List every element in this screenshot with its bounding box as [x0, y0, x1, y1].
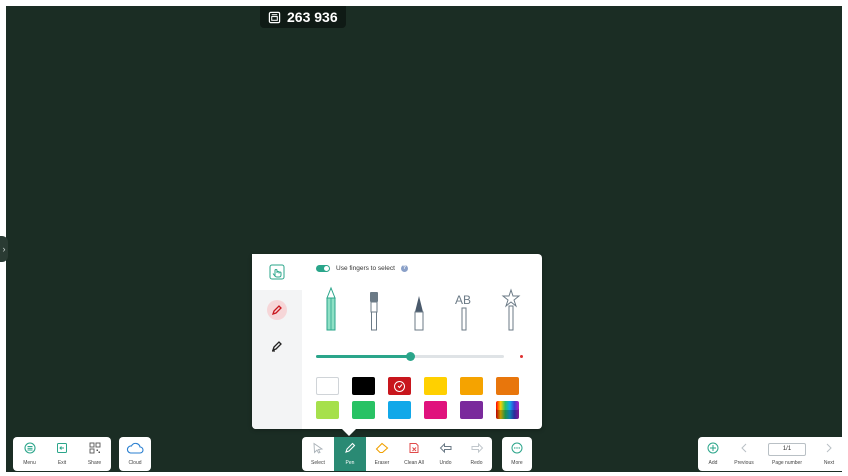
page-number-field[interactable]: 1/1 [768, 443, 806, 456]
fountain-pen-button[interactable] [404, 286, 434, 336]
add-page-button[interactable]: Add [698, 437, 728, 471]
more-label: More [511, 460, 523, 466]
finger-select-label: Use fingers to select [336, 265, 395, 272]
color-swatch-rainbow[interactable] [496, 401, 519, 419]
pen-size-slider[interactable] [316, 352, 504, 361]
magic-pen-icon [501, 288, 521, 331]
color-swatch-yellow[interactable] [424, 377, 447, 395]
eraser-icon [375, 442, 389, 454]
help-icon[interactable]: ? [400, 265, 408, 272]
brush-pen-icon [370, 292, 378, 331]
color-swatch-purple[interactable] [460, 401, 483, 419]
color-swatch-light-green[interactable] [316, 401, 339, 419]
clear-page-icon [409, 443, 419, 453]
text-recognition-pen-icon: AB [455, 293, 471, 331]
meeting-code: 263 936 [287, 9, 338, 25]
fountain-pen-icon [414, 296, 424, 331]
previous-page-button[interactable]: Previous [728, 437, 760, 471]
color-swatch-magenta[interactable] [424, 401, 447, 419]
add-label: Add [708, 460, 718, 466]
pencil-pen-button[interactable] [316, 286, 346, 336]
pen-label: Pen [345, 460, 355, 466]
pen-icon [345, 442, 356, 453]
finger-select-row: Use fingers to select ? [316, 265, 408, 272]
more-toolbar: More [502, 437, 532, 471]
center-toolbar: Select Pen Eraser Clean All Undo Redo [302, 437, 492, 471]
page-toolbar: Add Previous 1/1 Page number Next [698, 437, 846, 471]
panel-pointer [342, 429, 356, 436]
pen-button[interactable]: Pen [334, 437, 366, 471]
color-swatch-green[interactable] [352, 401, 375, 419]
cloud-icon [126, 442, 144, 454]
pen-size-handle[interactable] [406, 352, 415, 361]
redo-button[interactable]: Redo [461, 437, 492, 471]
undo-label: Undo [439, 460, 452, 466]
select-cursor-icon [313, 442, 324, 454]
finger-select-toggle[interactable] [316, 265, 330, 272]
exit-button[interactable]: Exit [46, 437, 78, 471]
share-button[interactable]: Share [78, 437, 111, 471]
hand-touch-icon [269, 264, 285, 280]
select-label: Select [311, 460, 325, 466]
redo-icon [471, 442, 483, 454]
exit-icon [57, 443, 67, 453]
color-swatch-orange[interactable] [460, 377, 483, 395]
menu-label: Menu [23, 460, 36, 466]
menu-button[interactable]: Menu [13, 437, 46, 471]
eraser-button[interactable]: Eraser [366, 437, 398, 471]
selected-check-icon [394, 380, 405, 392]
share-label: Share [87, 460, 102, 466]
undo-button[interactable]: Undo [430, 437, 461, 471]
highlighter-mode-button[interactable] [252, 328, 302, 364]
text-recognition-pen-button[interactable]: AB [449, 286, 479, 336]
undo-icon [439, 442, 451, 454]
pen-mode-column [252, 254, 302, 429]
page-number-label: Page number [771, 460, 803, 466]
touch-mode-button[interactable] [252, 254, 302, 290]
pen-settings-panel: Use fingers to select ? AB [252, 254, 542, 429]
page-number-control[interactable]: 1/1 Page number [760, 437, 814, 471]
redo-label: Redo [470, 460, 483, 466]
exit-label: Exit [57, 460, 67, 466]
text-pen-label: AB [455, 293, 471, 307]
color-swatch-dark-orange[interactable] [496, 377, 519, 395]
color-swatch-white[interactable] [316, 377, 339, 395]
screen-share-icon [268, 11, 281, 23]
previous-label: Previous [734, 460, 754, 466]
more-icon [511, 442, 523, 454]
cloud-button[interactable]: Cloud [119, 437, 151, 471]
next-label: Next [823, 460, 835, 466]
color-swatch-red[interactable] [388, 377, 411, 395]
pen-red-icon [271, 305, 282, 316]
color-palette [316, 377, 526, 419]
qr-code-icon [89, 442, 100, 454]
side-panel-handle[interactable]: › [0, 236, 8, 262]
clean-all-button[interactable]: Clean All [398, 437, 430, 471]
pen-size-fill [316, 355, 410, 358]
chevron-right-icon [826, 443, 832, 453]
select-button[interactable]: Select [302, 437, 334, 471]
cloud-toolbar: Cloud [119, 437, 151, 471]
meeting-code-badge: 263 936 [260, 6, 346, 28]
left-toolbar: Menu Exit Share [13, 437, 111, 471]
magic-pen-button[interactable] [496, 286, 526, 336]
pen-size-preview [520, 355, 523, 358]
chevron-left-icon [741, 443, 747, 453]
pen-type-list: AB [316, 286, 526, 336]
brush-pen-button[interactable] [359, 286, 389, 336]
add-icon [707, 442, 719, 454]
cloud-label: Cloud [128, 460, 142, 466]
pen-mode-button[interactable] [252, 292, 302, 328]
eraser-label: Eraser [374, 460, 390, 466]
next-page-button[interactable]: Next [814, 437, 844, 471]
more-button[interactable]: More [502, 437, 532, 471]
highlighter-icon [271, 341, 282, 352]
clean-all-label: Clean All [404, 460, 424, 466]
pencil-pen-icon [326, 286, 336, 331]
color-swatch-black[interactable] [352, 377, 375, 395]
menu-icon [23, 442, 36, 454]
color-swatch-cyan[interactable] [388, 401, 411, 419]
